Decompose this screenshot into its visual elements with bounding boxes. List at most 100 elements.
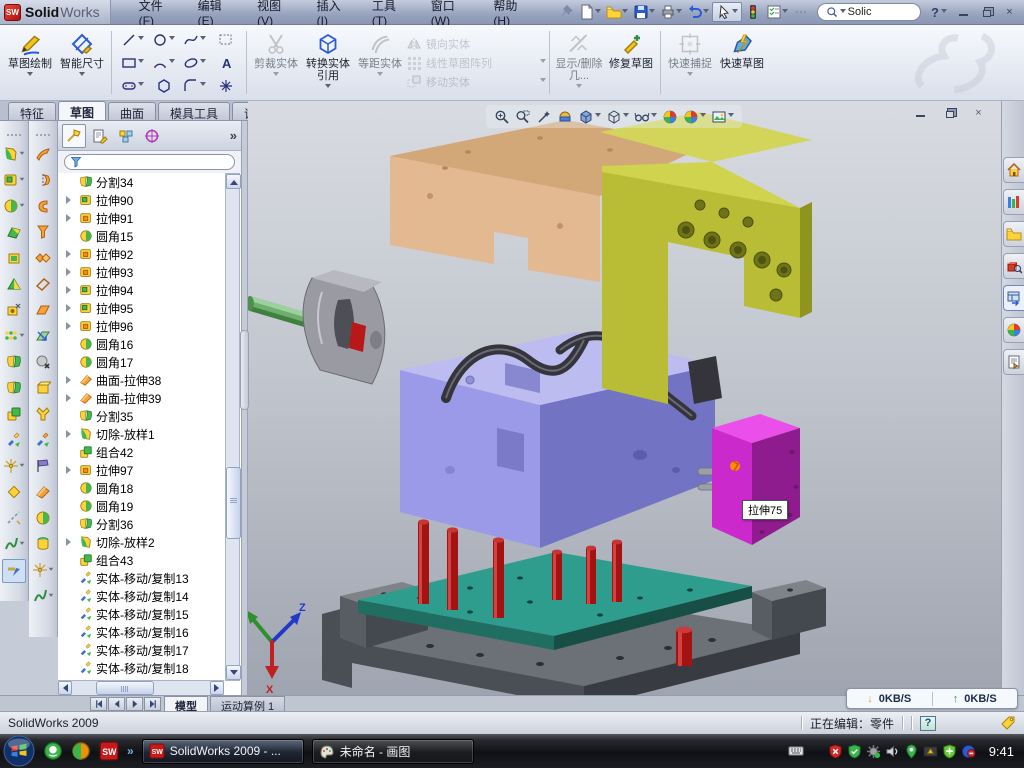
tray-warning-icon[interactable] [923, 744, 938, 759]
appearances-tab[interactable] [1003, 317, 1024, 343]
split-body-tool[interactable] [2, 377, 26, 399]
panel-splitter-handle[interactable] [240, 330, 249, 410]
solidworks-quicklaunch[interactable]: SW [99, 741, 119, 761]
quick-snaps-button[interactable]: 快速捕捉 [664, 27, 716, 98]
extend-surface-tool[interactable] [31, 429, 55, 451]
zoom-to-fit-button[interactable] [494, 109, 510, 125]
zoom-to-area-button[interactable] [515, 109, 531, 125]
design-library-tab[interactable] [1003, 189, 1024, 215]
sketch-button[interactable]: 草图绘制 [4, 27, 56, 98]
convert-entities-button[interactable]: 转换实体引用 [302, 27, 354, 98]
taskbar-clock[interactable]: 9:41 [989, 744, 1014, 759]
trim-surface-tool[interactable] [31, 403, 55, 425]
tree-item[interactable]: 圆角15 [58, 227, 224, 245]
reference-axis-tool[interactable] [2, 507, 26, 529]
model-tab[interactable]: 模型 [164, 696, 208, 711]
view-palette-tab[interactable] [1003, 285, 1024, 311]
quick-tips-button[interactable]: ? [920, 716, 936, 731]
rectangle-tool-button[interactable] [117, 51, 148, 74]
file-explorer-tab[interactable] [1003, 221, 1024, 247]
hole-wizard-tool[interactable] [2, 299, 26, 321]
last-tab-button[interactable] [144, 697, 161, 711]
scroll-down-button[interactable] [226, 665, 241, 680]
tree-item[interactable]: 实体-移动/复制16 [58, 623, 224, 641]
reference-plane-tool[interactable] [2, 481, 26, 503]
circle-tool-button[interactable] [148, 28, 179, 51]
tree-item[interactable]: 圆角16 [58, 335, 224, 353]
tray-sync-icon[interactable] [961, 744, 976, 759]
magenta-insert-part[interactable] [712, 414, 800, 545]
expand-arrow-icon[interactable] [66, 249, 76, 259]
spline-tool-button[interactable] [179, 28, 210, 51]
planar-surface-tool[interactable] [31, 273, 55, 295]
tree-item[interactable]: 拉伸96 [58, 317, 224, 335]
3d-model[interactable]: Y Z X [248, 101, 1001, 695]
tree-item[interactable]: 拉伸95 [58, 299, 224, 317]
revolved-surface-tool[interactable] [31, 169, 55, 191]
toolbar-options-button[interactable] [743, 2, 763, 22]
quicklaunch-more-button[interactable]: » [127, 744, 134, 758]
expand-arrow-icon[interactable] [66, 375, 76, 385]
tree-item[interactable]: 拉伸94 [58, 281, 224, 299]
tree-item[interactable]: 拉伸92 [58, 245, 224, 263]
expand-arrow-icon[interactable] [66, 267, 76, 277]
tree-item[interactable]: 分割36 [58, 515, 224, 533]
section-view-button[interactable] [557, 109, 573, 125]
tree-item[interactable]: 切除-放样1 [58, 425, 224, 443]
tags-icon[interactable] [1000, 715, 1016, 731]
replace-face-tool[interactable] [31, 533, 55, 555]
ribbon-tab-曲面[interactable]: 曲面 [108, 102, 156, 120]
antivirus-quicklaunch[interactable] [71, 741, 91, 761]
slot-tool-button[interactable] [117, 74, 148, 97]
undo-button[interactable] [685, 2, 711, 22]
edit-appearance-button[interactable] [683, 109, 706, 125]
rapid-sketch-button[interactable]: 快速草图 [716, 27, 768, 98]
linear-sketch-pattern-button[interactable]: 线性草图阵列 [406, 55, 546, 71]
split-tool[interactable] [2, 351, 26, 373]
tree-vertical-scrollbar[interactable] [225, 173, 240, 681]
start-button[interactable] [3, 735, 35, 767]
graphics-area[interactable]: Y Z X × 拉伸75 [248, 101, 1001, 695]
move-entities-button[interactable]: 移动实体 [406, 74, 546, 90]
tree-item[interactable]: 拉伸91 [58, 209, 224, 227]
expand-arrow-icon[interactable] [66, 429, 76, 439]
first-tab-button[interactable] [90, 697, 107, 711]
lofted-surface-tool[interactable] [31, 195, 55, 217]
ribbon-tab-草图[interactable]: 草图 [58, 101, 106, 120]
fillet-tool[interactable] [2, 195, 26, 217]
tray-updater-icon[interactable] [866, 744, 881, 759]
cut-tool[interactable] [2, 273, 26, 295]
messenger-quicklaunch[interactable] [43, 741, 63, 761]
clamp-part[interactable] [248, 270, 385, 384]
expand-arrow-icon[interactable] [66, 321, 76, 331]
propertymanager-tab[interactable] [88, 124, 112, 148]
pattern-tool[interactable] [2, 325, 26, 347]
expand-arrow-icon[interactable] [66, 285, 76, 295]
knit-surface-tool[interactable] [31, 377, 55, 399]
loft-tool[interactable] [2, 221, 26, 243]
repair-sketch-button[interactable]: 修复草图 [605, 27, 657, 98]
horizontal-scroll-thumb[interactable] [96, 681, 154, 695]
view-orientation-button[interactable] [578, 109, 601, 125]
extruded-boss-tool[interactable] [2, 169, 26, 191]
combine-tool[interactable] [2, 403, 26, 425]
search-input[interactable]: Solic [817, 3, 921, 21]
tree-item[interactable]: 拉伸97 [58, 461, 224, 479]
filled-surface-tool[interactable] [31, 247, 55, 269]
doc-restore-button[interactable] [941, 106, 958, 120]
trim-entities-button[interactable]: 剪裁实体 [250, 27, 302, 98]
help-caret-icon[interactable] [941, 9, 947, 16]
select-button[interactable] [712, 2, 742, 22]
minimize-button[interactable] [955, 5, 972, 19]
tree-item[interactable]: 组合42 [58, 443, 224, 461]
curve-tool[interactable] [2, 533, 26, 555]
tree-filter-input[interactable] [64, 154, 235, 170]
ribbon-tab-特征[interactable]: 特征 [8, 102, 56, 120]
doc-close-button[interactable]: × [970, 106, 987, 120]
featuremanager-tab[interactable] [62, 124, 86, 148]
tree-item[interactable]: 曲面-拉伸39 [58, 389, 224, 407]
tree-item[interactable]: 拉伸93 [58, 263, 224, 281]
expand-arrow-icon[interactable] [66, 393, 76, 403]
thicken-tool[interactable] [31, 481, 55, 503]
toolbar-overflow-button[interactable] [791, 2, 811, 22]
